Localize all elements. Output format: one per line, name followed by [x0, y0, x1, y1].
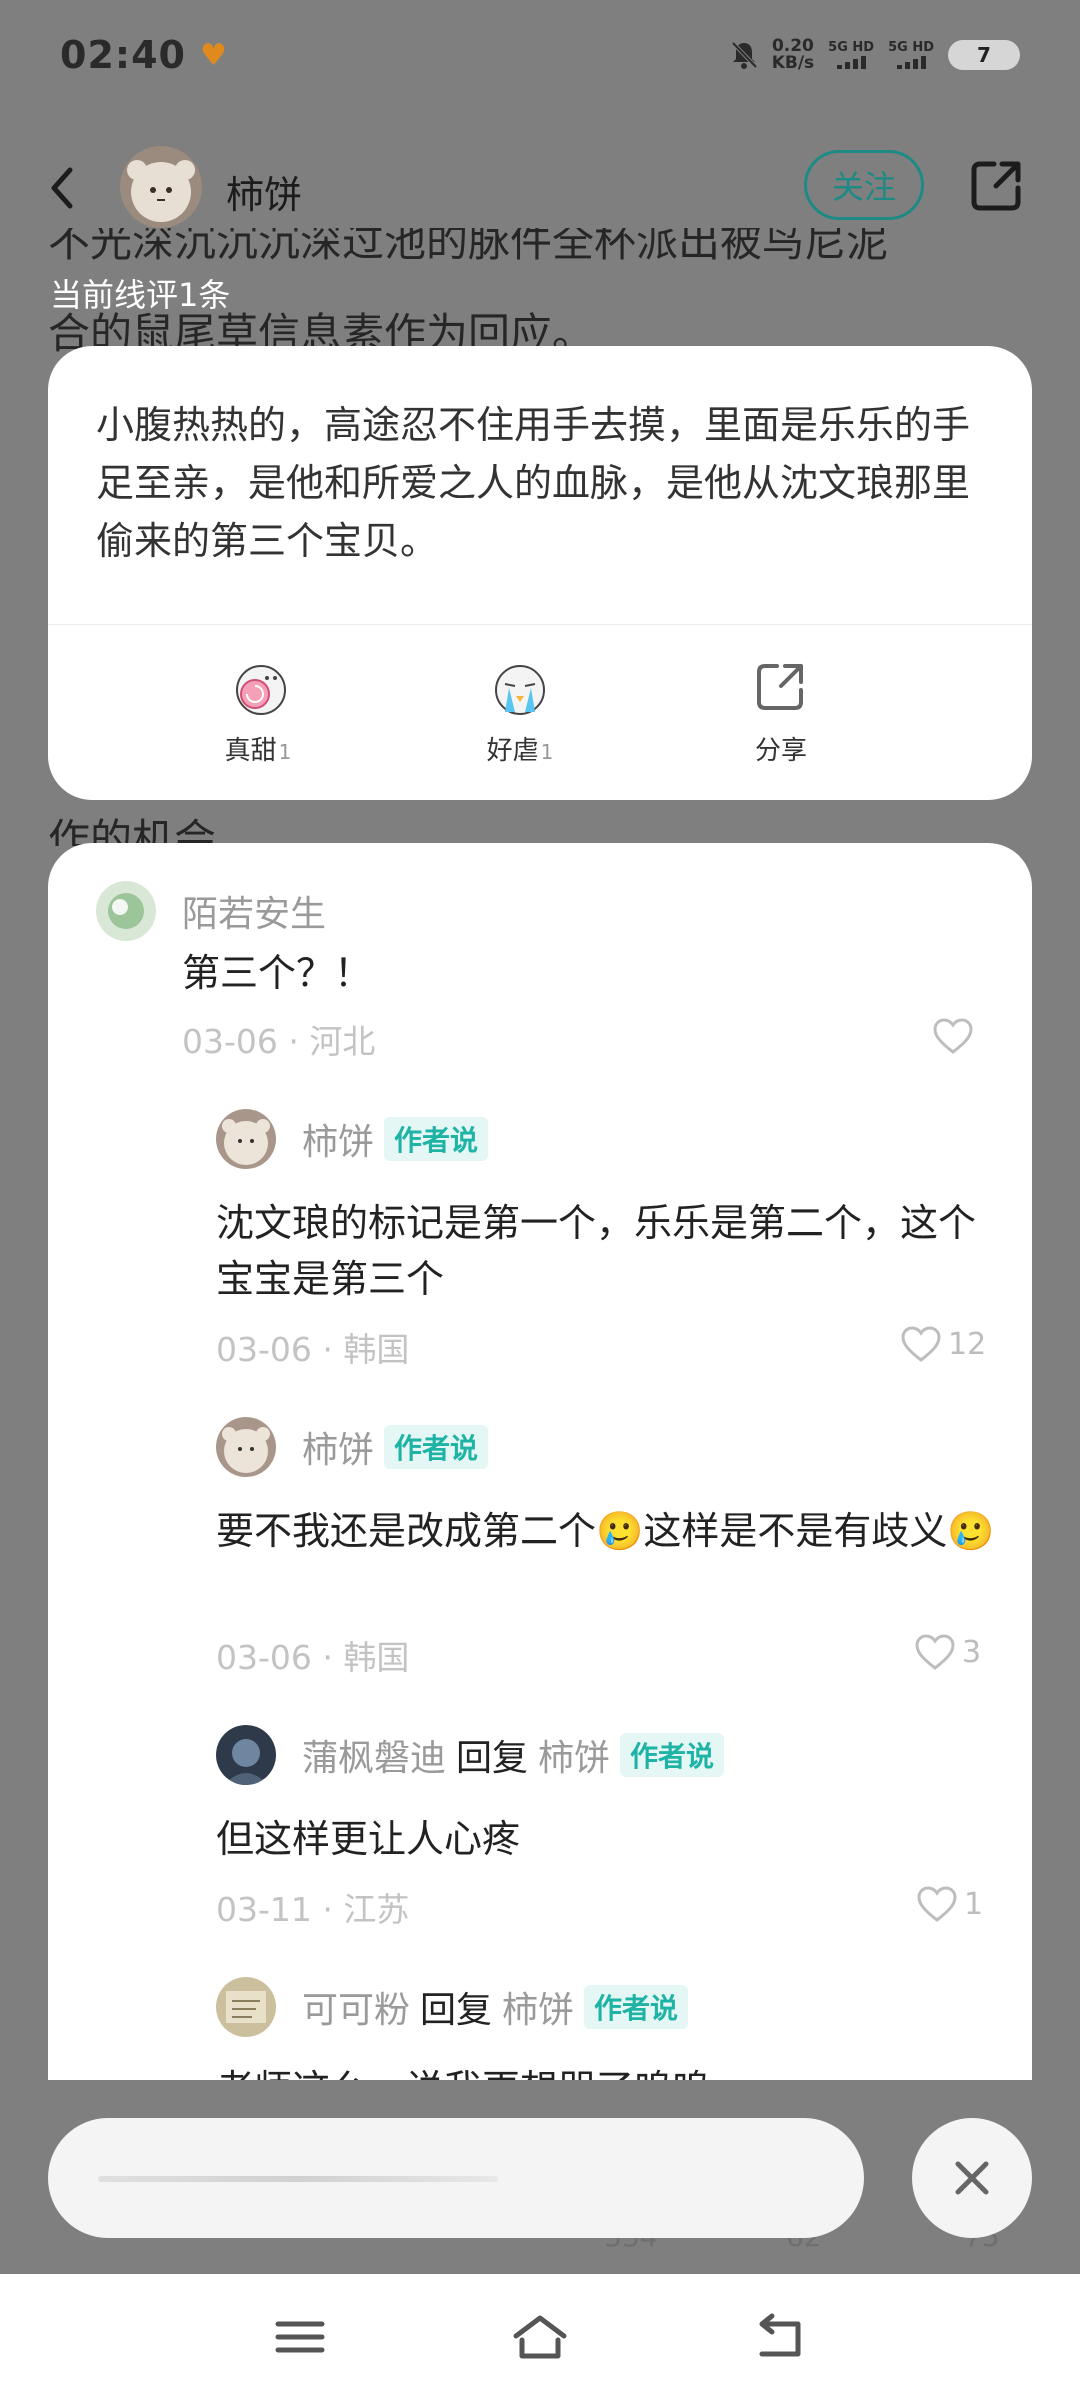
network-speed: 0.20 KB/s: [771, 36, 815, 73]
like-button[interactable]: 12: [900, 1325, 986, 1363]
share-icon: [757, 664, 803, 710]
heart-outline-icon: [917, 1886, 957, 1922]
author-badge: 作者说: [384, 1117, 489, 1161]
like-button[interactable]: 1: [916, 1885, 983, 1923]
comments-panel: 陌若安生 第三个？！ 03-06 · 河北 柿饼 作者说 沈文琅的标记是第一个，…: [48, 843, 1032, 2080]
comment-text: 但这样更让人心疼: [216, 1817, 521, 1861]
avatar[interactable]: [216, 1417, 276, 1477]
comment-text: 沈文琅的标记是第一个，乐乐是第二个，这个宝宝是第三个: [216, 1201, 977, 1301]
comment-user[interactable]: 陌若安生: [182, 885, 326, 937]
author-badge: 作者说: [620, 1733, 725, 1777]
back-arrow-icon[interactable]: [42, 160, 82, 216]
avatar[interactable]: [216, 1977, 276, 2037]
top-navigation: 柿饼 关注: [0, 140, 1080, 236]
comment-meta: 03-06 · 韩国: [216, 1330, 410, 1369]
comment-user[interactable]: 可可粉 回复 柿饼 作者说: [302, 1981, 689, 2033]
status-time: 02:40: [60, 33, 186, 77]
background-text-line: 作的机会: [48, 815, 217, 846]
signal-sim2-icon: 5G HD: [888, 41, 934, 69]
divider: [48, 624, 1032, 625]
heart-icon: ♥: [199, 37, 227, 73]
avatar[interactable]: [96, 881, 156, 941]
home-icon[interactable]: [510, 2310, 570, 2364]
comment-text: 老师这么一说我更想哭了呜呜: [216, 2061, 996, 2080]
author-badge: 作者说: [584, 1985, 689, 2029]
comment-user[interactable]: 蒲枫磐迪 回复 柿饼 作者说: [302, 1729, 725, 1781]
author-name[interactable]: 柿饼: [226, 164, 302, 219]
comment-meta: 03-06 · 河北: [182, 1022, 376, 1061]
like-button[interactable]: [932, 1017, 980, 1055]
bell-off-icon: [731, 41, 758, 69]
comment-input[interactable]: [48, 2118, 864, 2238]
comment-user[interactable]: 柿饼 作者说: [302, 1113, 489, 1165]
reaction-share-button[interactable]: 分享: [712, 656, 852, 767]
share-icon[interactable]: [968, 156, 1026, 214]
follow-button[interactable]: 关注: [804, 150, 924, 220]
comment-text: 第三个？！: [182, 951, 373, 995]
avatar[interactable]: [216, 1109, 276, 1169]
battery-indicator: 7: [948, 40, 1020, 70]
comment-text: 要不我还是改成第二个🥲这样是不是有歧义🥲: [216, 1509, 995, 1553]
menu-icon[interactable]: [270, 2310, 330, 2364]
avatar[interactable]: [216, 1725, 276, 1785]
back-icon[interactable]: [750, 2310, 810, 2364]
input-placeholder: [98, 2176, 498, 2182]
status-bar: 02:40 ♥ 0.20 KB/s 5G HD 5G HD 7: [0, 0, 1080, 110]
signal-sim1-icon: 5G HD: [828, 41, 874, 69]
like-button[interactable]: 3: [914, 1633, 981, 1671]
reaction-sad-button[interactable]: 好虐 1: [450, 656, 590, 767]
crying-chick-icon: [495, 665, 545, 715]
comment-user[interactable]: 柿饼 作者说: [302, 1421, 489, 1473]
close-button[interactable]: [912, 2118, 1032, 2238]
reaction-sweet-button[interactable]: 真甜 1: [188, 656, 328, 767]
lollipop-chick-icon: [236, 665, 286, 715]
system-navigation-bar: [0, 2274, 1080, 2400]
author-badge: 作者说: [384, 1425, 489, 1469]
heart-outline-icon: [901, 1326, 941, 1362]
heart-outline-icon: [933, 1018, 973, 1054]
close-icon: [955, 2161, 989, 2195]
comment-meta: 03-11 · 江苏: [216, 1890, 410, 1929]
author-avatar[interactable]: [120, 146, 202, 228]
comment-meta: 03-06 · 韩国: [216, 1638, 410, 1677]
quote-card: 小腹热热的，高途忍不住用手去摸，里面是乐乐的手足至亲，是他和所爱之人的血脉，是他…: [48, 346, 1032, 800]
quoted-passage: 小腹热热的，高途忍不住用手去摸，里面是乐乐的手足至亲，是他和所爱之人的血脉，是他…: [96, 403, 971, 563]
heart-outline-icon: [915, 1634, 955, 1670]
